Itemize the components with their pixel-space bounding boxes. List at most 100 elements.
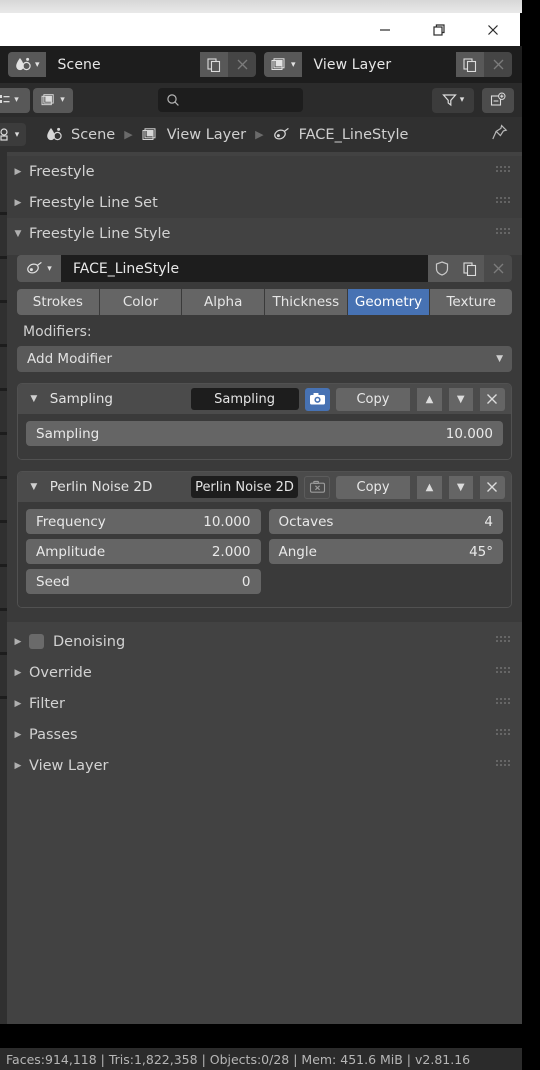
minimize-icon[interactable] <box>358 13 412 46</box>
search-input[interactable] <box>158 88 303 112</box>
close-icon[interactable] <box>466 13 520 46</box>
linestyle-name-field[interactable]: FACE_LineStyle <box>61 255 428 282</box>
panel-filter[interactable]: ▶ Filter <box>7 688 522 719</box>
field-key: Amplitude <box>36 543 106 560</box>
unlink-view-layer-icon[interactable] <box>484 52 512 77</box>
modifier-visibility-camera-icon[interactable] <box>304 387 330 411</box>
modifier-delete-button[interactable] <box>479 475 505 499</box>
field-frequency[interactable]: Frequency 10.000 <box>26 509 261 534</box>
panel-label: Override <box>29 664 92 681</box>
modifier-row: Seed 0 <box>26 569 503 594</box>
field-amplitude[interactable]: Amplitude 2.000 <box>26 539 261 564</box>
denoising-checkbox[interactable] <box>29 634 44 649</box>
scene-id-block[interactable]: ▾ Scene <box>8 52 256 77</box>
drag-grip-icon[interactable] <box>496 226 512 242</box>
breadcrumb-item-scene[interactable]: Scene <box>46 127 115 143</box>
view-layer-icon[interactable]: ▾ <box>264 52 302 77</box>
drag-grip-icon[interactable] <box>496 665 512 681</box>
scene-name-field[interactable]: Scene <box>45 52 200 77</box>
modifier-visibility-camera-off-icon[interactable] <box>304 475 330 499</box>
modifier-copy-button[interactable]: Copy <box>335 387 412 411</box>
panel-freestyle[interactable]: ▶ Freestyle <box>7 156 522 187</box>
chevron-right-icon: ▶ <box>14 667 22 678</box>
panel-freestyle-line-set[interactable]: ▶ Freestyle Line Set <box>7 187 522 218</box>
panel-override[interactable]: ▶ Override <box>7 657 522 688</box>
unlink-scene-icon[interactable] <box>228 52 256 77</box>
panel-denoising[interactable]: ▶ Denoising <box>7 626 522 657</box>
modifier-move-up-button[interactable]: ▲ <box>417 475 443 499</box>
field-value: 2.000 <box>211 543 251 560</box>
panel-label: Freestyle <box>29 163 95 180</box>
scene-icon[interactable]: ▾ <box>8 52 46 77</box>
modifier-header[interactable]: ▼ Perlin Noise 2D Perlin Noise 2D Copy ▲… <box>18 472 511 502</box>
field-octaves[interactable]: Octaves 4 <box>268 509 503 534</box>
drag-grip-icon[interactable] <box>496 696 512 712</box>
linestyle-id-row[interactable]: ▾ FACE_LineStyle <box>17 255 512 282</box>
drag-grip-icon[interactable] <box>496 727 512 743</box>
modifier-row: Frequency 10.000 Octaves 4 <box>26 509 503 534</box>
breadcrumb-label-view-layer: View Layer <box>166 126 247 143</box>
modifier-name-field[interactable]: Sampling <box>190 388 299 410</box>
drag-grip-icon[interactable] <box>496 758 512 774</box>
linestyle-icon[interactable]: ▾ <box>17 255 61 282</box>
breadcrumb-label-linestyle: FACE_LineStyle <box>298 126 409 143</box>
properties-editor-type-icon[interactable]: ▾ <box>0 123 26 146</box>
panel-freestyle-line-style[interactable]: ▼ Freestyle Line Style <box>7 218 522 249</box>
tab-texture[interactable]: Texture <box>430 289 512 315</box>
modifier-copy-button[interactable]: Copy <box>335 475 412 499</box>
field-key: Seed <box>36 573 70 590</box>
unlink-linestyle-icon[interactable] <box>484 255 512 282</box>
modifier-delete-button[interactable] <box>479 387 505 411</box>
tab-strokes[interactable]: Strokes <box>17 289 100 315</box>
field-value: 4 <box>484 513 493 530</box>
tab-geometry[interactable]: Geometry <box>347 289 431 315</box>
add-modifier-dropdown[interactable]: Add Modifier ▼ <box>17 346 512 372</box>
modifier-name-field[interactable]: Perlin Noise 2D <box>190 476 299 498</box>
new-linestyle-icon[interactable] <box>456 255 484 282</box>
view-layer-name-field[interactable]: View Layer <box>301 52 456 77</box>
field-sampling[interactable]: Sampling 10.000 <box>26 421 503 446</box>
breadcrumb-separator: ▶ <box>255 128 264 141</box>
new-view-layer-icon[interactable] <box>456 52 484 77</box>
chevron-down-icon[interactable]: ▼ <box>24 482 44 492</box>
view-layer-id-block[interactable]: ▾ View Layer <box>264 52 512 77</box>
app-root: ▾ Scene ▾ View Layer ▾ ▾ ▾ ▾ Scene ▶ Vie… <box>0 0 540 1070</box>
panel-passes[interactable]: ▶ Passes <box>7 719 522 750</box>
modifier-move-down-button[interactable]: ▼ <box>448 475 474 499</box>
modifier-type-label: Sampling <box>49 391 113 407</box>
breadcrumb-item-view-layer[interactable]: View Layer <box>142 127 246 143</box>
drag-grip-icon[interactable] <box>496 164 512 180</box>
fake-user-shield-icon[interactable] <box>428 255 456 282</box>
tab-alpha[interactable]: Alpha <box>182 289 266 315</box>
panel-label: Freestyle Line Style <box>29 225 171 242</box>
chevron-right-icon: ▶ <box>14 729 22 740</box>
modifier-move-down-button[interactable]: ▼ <box>448 387 474 411</box>
modifier-header[interactable]: ▼ Sampling Sampling Copy ▲ ▼ <box>18 384 511 414</box>
tab-color[interactable]: Color <box>99 289 183 315</box>
filter-icon[interactable]: ▾ <box>432 87 474 113</box>
linestyle-tabs: Strokes Color Alpha Thickness Geometry T… <box>17 289 512 315</box>
restore-icon[interactable] <box>412 13 466 46</box>
modifier-move-up-button[interactable]: ▲ <box>417 387 443 411</box>
tab-thickness[interactable]: Thickness <box>265 289 348 315</box>
modifier-card-sampling: ▼ Sampling Sampling Copy ▲ ▼ Sampling 10… <box>17 383 512 460</box>
context-view-layer-icon[interactable]: ▾ <box>33 87 73 113</box>
chevron-down-icon[interactable]: ▼ <box>24 394 44 404</box>
new-collection-icon[interactable] <box>482 87 514 113</box>
breadcrumb-item-linestyle[interactable]: FACE_LineStyle <box>273 126 409 143</box>
chevron-right-icon: ▶ <box>14 636 22 647</box>
field-angle[interactable]: Angle 45° <box>268 539 503 564</box>
panel-view-layer[interactable]: ▶ View Layer <box>7 750 522 781</box>
editor-type-selector[interactable]: ▾ <box>0 87 30 113</box>
modifiers-label: Modifiers: <box>23 324 92 340</box>
drag-grip-icon[interactable] <box>496 634 512 650</box>
new-scene-icon[interactable] <box>200 52 228 77</box>
field-seed[interactable]: Seed 0 <box>26 569 261 594</box>
scene-icon <box>47 127 62 141</box>
properties-tab-strip[interactable] <box>0 152 7 1024</box>
chevron-down-icon: ▼ <box>14 228 22 239</box>
chevron-right-icon: ▶ <box>14 760 22 771</box>
pin-icon[interactable] <box>491 124 508 145</box>
drag-grip-icon[interactable] <box>496 195 512 211</box>
chevron-right-icon: ▶ <box>14 197 22 208</box>
